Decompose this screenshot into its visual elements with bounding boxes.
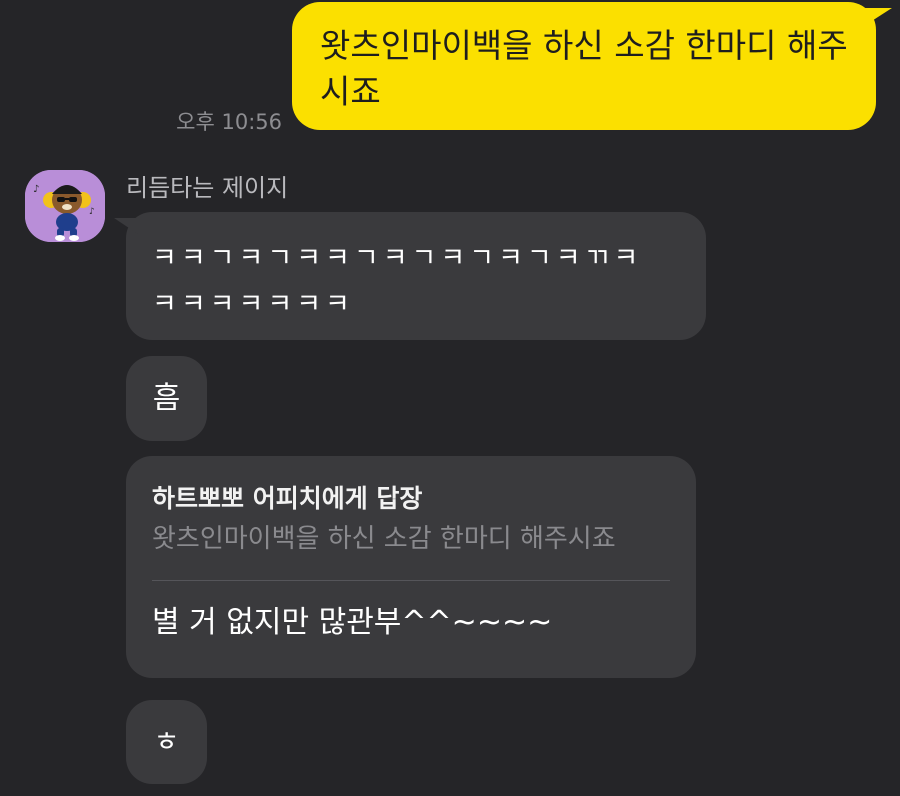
reply-message-bubble[interactable]: 하트뽀뽀 어피치에게 답장 왓츠인마이백을 하신 소감 한마디 해주시죠 별 거… bbox=[126, 456, 696, 678]
svg-text:♪: ♪ bbox=[89, 207, 95, 217]
outgoing-message-line-2: 시죠 bbox=[320, 72, 381, 111]
reply-divider bbox=[152, 580, 670, 581]
incoming-message-bubble[interactable]: ㅋㅋㄱㅋㄱㅋㅋㄱㅋㄱㅋㄱㅋㄱㅋㄲㅋ ㅋㅋㅋㅋㅋㅋㅋ bbox=[114, 212, 706, 340]
reply-message-text: 별 거 없지만 많관부^^~~~~ bbox=[152, 605, 553, 640]
sender-avatar[interactable]: ♪ ♪ bbox=[25, 170, 105, 242]
incoming-message-line-2: ㅋㅋㅋㅋㅋㅋㅋ bbox=[152, 289, 354, 320]
reply-quoted-text[interactable]: 왓츠인마이백을 하신 소감 한마디 해주시죠 bbox=[152, 520, 670, 558]
sender-name: 리듬타는 제이지 bbox=[126, 174, 289, 202]
chat-screen: 왓츠인마이백을 하신 소감 한마디 해주 시죠 오후 10:56 ♪ ♪ 리듬타… bbox=[0, 0, 900, 796]
incoming-message-bubble[interactable]: ㅎ bbox=[126, 700, 207, 784]
outgoing-message-line-1: 왓츠인마이백을 하신 소감 한마디 해주 bbox=[320, 26, 848, 65]
character-avatar-icon: ♪ ♪ bbox=[25, 170, 105, 242]
incoming-message-text: 흠 bbox=[152, 381, 181, 416]
outgoing-message-bubble[interactable]: 왓츠인마이백을 하신 소감 한마디 해주 시죠 bbox=[292, 2, 892, 130]
svg-text:♪: ♪ bbox=[33, 184, 39, 195]
message-timestamp: 오후 10:56 bbox=[176, 110, 282, 134]
incoming-message-bubble[interactable]: 흠 bbox=[126, 356, 207, 441]
reply-title: 하트뽀뽀 어피치에게 답장 bbox=[152, 484, 423, 513]
incoming-message-line-1: ㅋㅋㄱㅋㄱㅋㅋㄱㅋㄱㅋㄱㅋㄱㅋㄲㅋ bbox=[152, 243, 643, 274]
incoming-message-text: ㅎ bbox=[153, 725, 180, 758]
